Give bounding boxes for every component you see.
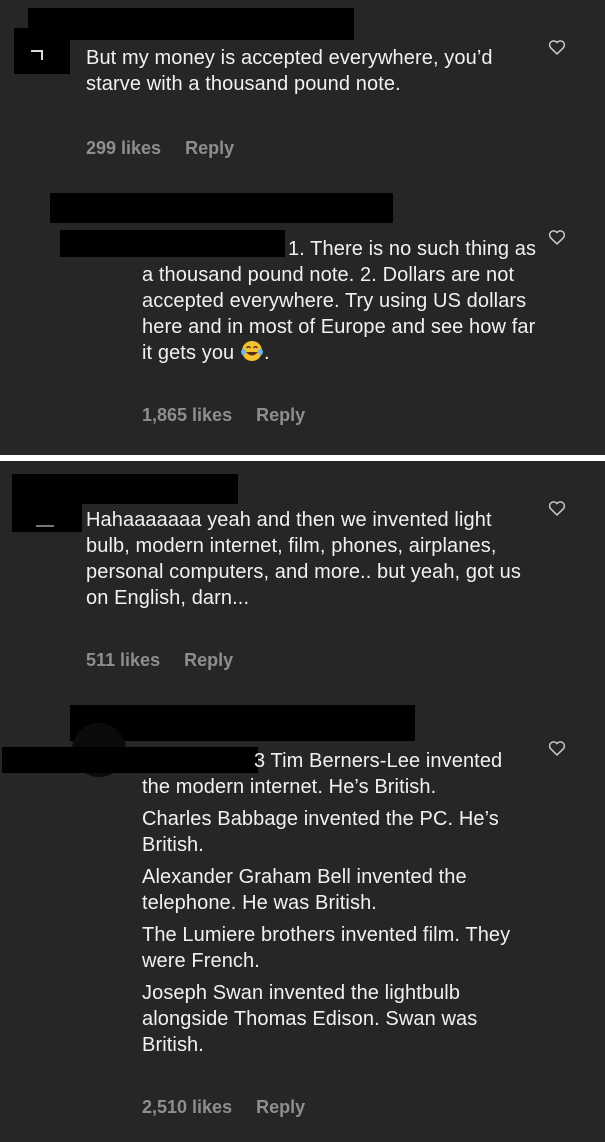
heart-outline-icon[interactable] — [547, 738, 567, 758]
redacted-username — [12, 474, 238, 504]
reply-button[interactable]: Reply — [256, 405, 305, 425]
like-count[interactable]: 2,510 likes — [142, 1097, 232, 1117]
like-count[interactable]: 299 likes — [86, 138, 161, 158]
like-count[interactable]: 511 likes — [86, 650, 160, 670]
reply-button[interactable]: Reply — [256, 1097, 305, 1117]
comment-paragraph: Alexander Graham Bell invented the telep… — [142, 866, 467, 914]
reply-button[interactable]: Reply — [184, 650, 233, 670]
comment-text: 1. There is no such thing as a thousand … — [142, 238, 537, 364]
comment-text: Hahaaaaaaa yeah and then we invented lig… — [86, 509, 521, 609]
comment-paragraph: The Lumiere brothers invented film. They… — [142, 924, 511, 972]
redacted-username — [50, 193, 393, 223]
comment-paragraph: 3 Tim Berners-Lee invented the modern in… — [142, 750, 503, 798]
comment-paragraph: Joseph Swan invented the lightbulb along… — [142, 982, 478, 1056]
comment-meta: 299 likes Reply — [86, 138, 258, 159]
like-count[interactable]: 1,865 likes — [142, 405, 232, 425]
comment-paragraph: Charles Babbage invented the PC. He’s Br… — [142, 808, 499, 856]
tears-of-joy-emoji — [241, 341, 263, 361]
comment-meta: 1,865 likes Reply — [142, 405, 329, 426]
heart-outline-icon[interactable] — [547, 227, 567, 247]
heart-outline-icon[interactable] — [547, 498, 567, 518]
comment-panel-top: But my money is accepted everywhere, you… — [0, 0, 605, 455]
redacted-avatar — [12, 504, 82, 532]
comment-text: But my money is accepted everywhere, you… — [86, 47, 493, 95]
heart-outline-icon[interactable] — [547, 37, 567, 57]
avatar-fragment — [41, 50, 43, 60]
redacted-username — [28, 8, 354, 40]
comment-panel-bottom: Hahaaaaaaa yeah and then we invented lig… — [0, 461, 605, 1142]
reply-button[interactable]: Reply — [185, 138, 234, 158]
avatar-fragment — [36, 525, 54, 527]
comment-meta: 2,510 likes Reply — [142, 1097, 329, 1118]
comment-meta: 511 likes Reply — [86, 650, 257, 671]
comment-text: 3 Tim Berners-Lee invented the modern in… — [142, 748, 532, 1058]
